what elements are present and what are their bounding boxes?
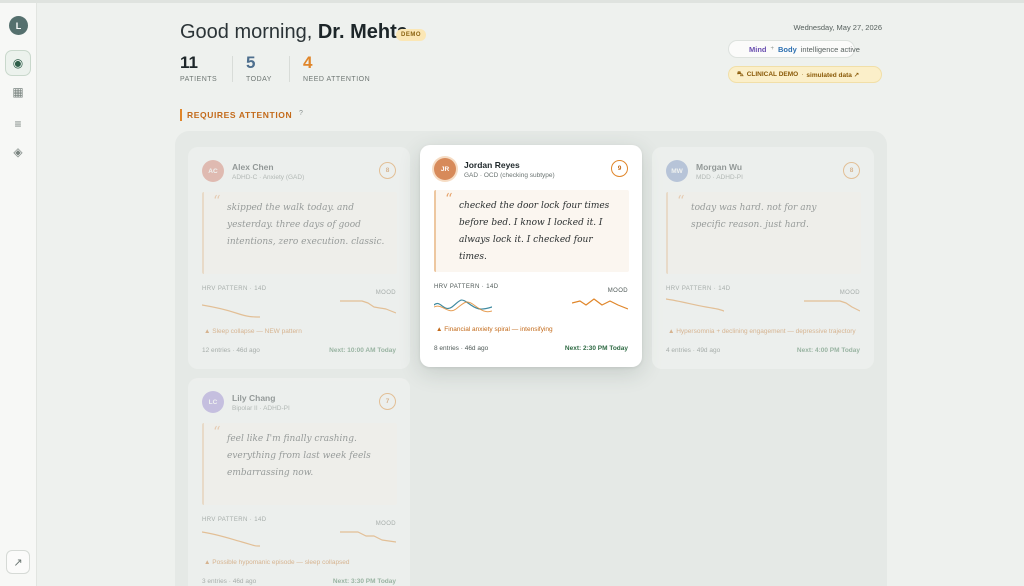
patient-diagnosis: Bipolar II · ADHD-PI	[232, 405, 290, 412]
stat-today-value: 5	[246, 53, 256, 72]
stat-attention[interactable]: 4 NEED ATTENTION	[303, 53, 371, 84]
hrv-sparkline	[202, 304, 260, 318]
plus-label: +	[770, 46, 775, 52]
help-icon[interactable]: ?	[299, 110, 303, 117]
hrv-pattern-label: HRV PATTERN · 14D	[202, 517, 267, 523]
journal-quote: “ skipped the walk today. and yesterday.…	[202, 192, 397, 274]
patient-diagnosis: ADHD-C · Anxiety (GAD)	[232, 174, 305, 181]
patient-name: Alex Chen	[232, 162, 274, 172]
patient-card[interactable]: AC Alex Chen ADHD-C · Anxiety (GAD) 8 “ …	[188, 147, 410, 369]
stat-patients-label: PATIENTS	[180, 76, 218, 83]
patient-diagnosis: GAD · OCD (checking subtype)	[464, 172, 555, 179]
patient-card[interactable]: MW Morgan Wu MDD · ADHD-PI 8 “ today was…	[652, 147, 874, 369]
patient-name: Jordan Reyes	[464, 160, 520, 170]
hrv-sparkline	[202, 531, 260, 547]
risk-score-badge: 9	[611, 160, 628, 177]
greeting-prefix: Good morning,	[180, 21, 313, 43]
mood-sparkline	[340, 531, 396, 543]
quote-mark-icon: “	[213, 192, 221, 210]
mood-sparkline	[340, 300, 396, 314]
doctor-name: Dr. Mehta	[317, 21, 408, 43]
risk-score-badge: 7	[379, 393, 396, 410]
stat-patients-value: 11	[180, 53, 198, 72]
current-date: Wednesday, May 27, 2026	[793, 23, 882, 32]
patient-diagnosis: MDD · ADHD-PI	[696, 174, 743, 181]
clinical-demo-badge[interactable]: ⛍ CLINICAL DEMO · simulated data ↗	[728, 66, 882, 83]
entries-meta: 12 entries · 46d ago	[202, 347, 260, 354]
stat-today[interactable]: 5 TODAY	[246, 53, 272, 84]
stat-patients[interactable]: 11 PATIENTS	[180, 53, 218, 84]
mood-sparkline	[804, 300, 860, 312]
risk-score-badge: 8	[379, 162, 396, 179]
sidebar: L ◉ ▦ ≡ ◈ ↗	[0, 3, 37, 586]
quote-mark-icon: “	[445, 190, 453, 208]
quote-mark-icon: “	[677, 192, 685, 210]
mood-label: MOOD	[607, 288, 628, 294]
quote-mark-icon: “	[213, 423, 221, 441]
alert-flag: ▲ Hypersomnia + declining engagement — d…	[668, 328, 856, 335]
journal-quote-text: today was hard. not for any specific rea…	[691, 203, 817, 230]
journal-quote-text: feel like I'm finally crashing. everythi…	[227, 434, 371, 478]
page-greeting: Good morning, Dr. Mehta	[180, 21, 408, 44]
journal-quote: “ today was hard. not for any specific r…	[666, 192, 861, 274]
journal-quote-text: checked the door lock four times before …	[459, 201, 610, 262]
body-label: Body	[778, 44, 797, 54]
stat-attention-label: NEED ATTENTION	[303, 76, 371, 83]
hrv-pattern-label: HRV PATTERN · 14D	[666, 286, 731, 292]
user-avatar[interactable]: L	[9, 16, 28, 35]
alert-flag: ▲ Possible hypomanic episode — sleep col…	[204, 559, 350, 566]
top-border	[0, 0, 1024, 3]
journal-quote-text: skipped the walk today. and yesterday. t…	[227, 203, 385, 247]
mood-label: MOOD	[375, 521, 396, 527]
patient-card[interactable]: JR Jordan Reyes GAD · OCD (checking subt…	[420, 145, 642, 367]
hrv-pattern-label: HRV PATTERN · 14D	[202, 286, 267, 292]
stat-divider	[232, 56, 233, 82]
clinical-demo-sep: ·	[801, 71, 804, 78]
next-appointment[interactable]: Next: 10:00 AM Today	[329, 347, 396, 354]
expand-arrow-icon[interactable]: ↗	[6, 550, 30, 574]
nav-insights-icon[interactable]: ◈	[5, 139, 31, 165]
vehicle-icon: ⛍	[737, 71, 744, 78]
mind-label: Mind	[749, 44, 767, 54]
journal-quote: “ feel like I'm finally crashing. everyt…	[202, 423, 397, 505]
patient-avatar: AC	[202, 160, 224, 182]
hrv-sparkline	[666, 298, 724, 312]
next-appointment[interactable]: Next: 2:30 PM Today	[565, 345, 628, 352]
mood-sparkline	[572, 298, 628, 310]
alert-flag: ▲ Financial anxiety spiral — intensifyin…	[436, 326, 553, 333]
nav-list-icon[interactable]: ≡	[5, 111, 31, 137]
hrv-sparkline	[434, 299, 492, 313]
patient-avatar: JR	[434, 158, 456, 180]
patient-card[interactable]: LC Lily Chang Bipolar II · ADHD-PI 7 “ f…	[188, 378, 410, 586]
nav-dashboard-icon[interactable]: ◉	[5, 50, 31, 76]
nav-calendar-icon[interactable]: ▦	[5, 79, 31, 105]
mood-label: MOOD	[375, 290, 396, 296]
patient-avatar: MW	[666, 160, 688, 182]
section-title: REQUIRES ATTENTION	[180, 109, 292, 121]
stat-today-label: TODAY	[246, 76, 272, 83]
entries-meta: 4 entries · 49d ago	[666, 347, 721, 354]
intelligence-active-label: intelligence active	[800, 44, 860, 54]
patient-name: Lily Chang	[232, 393, 276, 403]
entries-meta: 3 entries · 46d ago	[202, 578, 257, 585]
stat-attention-value: 4	[303, 53, 313, 72]
mood-label: MOOD	[839, 290, 860, 296]
alert-flag: ▲ Sleep collapse — NEW pattern	[204, 328, 302, 335]
intelligence-status-pill[interactable]: Mind + Body intelligence active	[728, 40, 860, 58]
patient-name: Morgan Wu	[696, 162, 743, 172]
next-appointment[interactable]: Next: 3:30 PM Today	[333, 578, 396, 585]
stat-divider	[289, 56, 290, 82]
patient-avatar: LC	[202, 391, 224, 413]
next-appointment[interactable]: Next: 4:00 PM Today	[797, 347, 860, 354]
risk-score-badge: 8	[843, 162, 860, 179]
hrv-pattern-label: HRV PATTERN · 14D	[434, 284, 499, 290]
demo-badge: DEMO	[396, 29, 426, 41]
clinical-demo-label: CLINICAL DEMO	[746, 71, 799, 78]
entries-meta: 8 entries · 46d ago	[434, 345, 489, 352]
clinical-demo-rest: simulated data ↗	[806, 71, 860, 79]
journal-quote: “ checked the door lock four times befor…	[434, 190, 629, 272]
